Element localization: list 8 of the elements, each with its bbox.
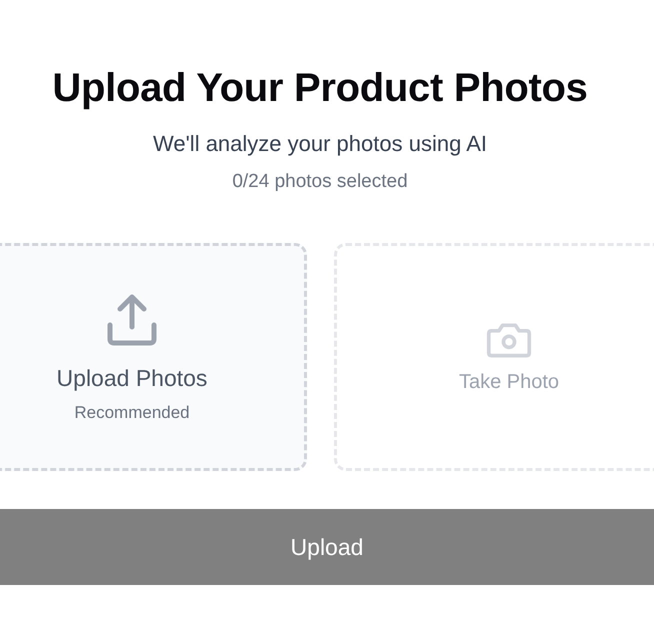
option-card[interactable]: Upload Photos Recommended (0, 243, 307, 471)
subtitle: We'll analyze your photos using AI (153, 131, 487, 157)
page-title: Upload Your Product Photos (51, 66, 589, 111)
option-note: Recommended (74, 403, 190, 423)
photo-count: 0/24 photos selected (232, 171, 408, 193)
option-label: Take Photo (458, 370, 560, 394)
option-label: Upload Photos (56, 365, 208, 392)
camera-icon (486, 320, 532, 358)
